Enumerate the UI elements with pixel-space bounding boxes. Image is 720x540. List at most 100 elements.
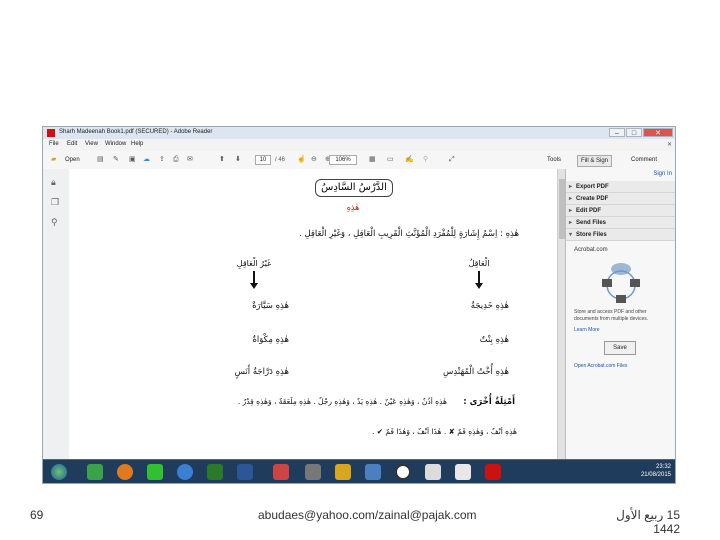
intro-line: هٰذِهِ : اِسْمُ إِشَارَةٍ لِلْمُفْرَدِ ا… xyxy=(298,229,519,239)
edit-icon[interactable]: ✎ xyxy=(113,155,119,165)
create-icon[interactable]: ▤ xyxy=(97,155,104,165)
slide-page-number: 69 xyxy=(30,508,44,522)
line-app-icon[interactable] xyxy=(87,464,103,480)
firefox-icon[interactable] xyxy=(117,464,133,480)
screen-app-icon[interactable] xyxy=(365,464,381,480)
page-number-input[interactable]: 10 xyxy=(255,155,271,165)
files-app-icon[interactable] xyxy=(425,464,441,480)
adobe-reader-taskbar-icon[interactable] xyxy=(485,464,501,480)
pen-icon[interactable]: ✍ xyxy=(405,155,414,165)
prev-page-icon[interactable]: ⬆ xyxy=(219,155,225,165)
email-icon[interactable]: ✉ xyxy=(187,155,193,165)
collapse-arrow-icon: ▾ xyxy=(569,232,573,238)
clock-time[interactable]: 23:32 xyxy=(641,463,671,471)
slide-footer-email: abudaes@yahoo.com/zainal@pajak.com xyxy=(258,508,477,522)
left-example-3: هٰذِهِ دَرَّاجَةُ أَنَسٍ xyxy=(234,367,289,377)
acrobat-com-label: Acrobat.com xyxy=(574,247,608,253)
left-column-header: غَيْرُ الْعَاقِلِ xyxy=(236,259,272,268)
share-icon[interactable]: ⇪ xyxy=(159,155,165,165)
send-files-label: Send Files xyxy=(576,220,607,226)
maximize-button[interactable]: □ xyxy=(626,128,642,137)
expand-arrow-icon: ▸ xyxy=(569,208,573,214)
store-files-label: Store Files xyxy=(576,232,607,238)
expand-icon[interactable]: ⤢ xyxy=(449,155,455,165)
toolbar: ▰ Open ▤ ✎ ▣ ☁ ⇪ ⎙ ✉ ⬆ ⬇ 10 / 46 ☝ ⊖ ⊕ 1… xyxy=(43,151,675,170)
export-pdf-item[interactable]: ▸ Export PDF xyxy=(566,181,675,193)
store-files-item[interactable]: ▾ Store Files xyxy=(566,229,675,241)
right-example-2: هٰذِهِ بِنْتٌ xyxy=(479,335,509,345)
save-button[interactable]: Save xyxy=(604,341,636,355)
tools-tab[interactable]: Tools xyxy=(547,155,561,165)
open-button[interactable]: Open xyxy=(65,155,80,165)
zoom-select[interactable]: 106% xyxy=(329,155,357,165)
right-example-1: هٰذِهِ خَدِيجَةُ xyxy=(470,301,509,311)
send-files-item[interactable]: ▸ Send Files xyxy=(566,217,675,229)
menu-help[interactable]: Help xyxy=(131,141,143,147)
start-button[interactable] xyxy=(51,464,67,480)
menu-window[interactable]: Window xyxy=(105,141,126,147)
edit-pdf-label: Edit PDF xyxy=(576,208,601,214)
slide-footer-date: 15 ربيع الأول 1442 xyxy=(616,508,680,536)
window-title: Sharh Madeenah Book1.pdf (SECURED) - Ado… xyxy=(59,129,213,135)
menu-file[interactable]: File xyxy=(49,141,59,147)
fill-sign-tab[interactable]: Fill & Sign xyxy=(577,155,613,167)
right-example-3: هٰذِهِ أُخْتُ الْمُهَنْدِسِ xyxy=(443,367,509,377)
cloud-devices-icon xyxy=(602,263,640,303)
paint-app-icon[interactable] xyxy=(335,464,351,480)
open-folder-icon[interactable]: ▰ xyxy=(51,155,56,165)
shell-app-icon[interactable] xyxy=(455,464,471,480)
expand-arrow-icon: ▸ xyxy=(569,220,573,226)
app-circle-icon[interactable] xyxy=(395,464,411,480)
more-examples: هٰذِهِ أُذُنٌ ، وَهٰذِهِ عَيْنٌ . هٰذِهِ… xyxy=(237,397,447,406)
last-example-line: هٰذِهِ أَنْفٌ ، وَهٰذِهِ فَمٌ ✘ . هٰذَا … xyxy=(371,427,517,436)
chrome-icon[interactable] xyxy=(177,464,193,480)
hand-tool-icon[interactable]: ☝ xyxy=(297,155,306,165)
right-arrow-head xyxy=(475,283,483,289)
word-icon[interactable] xyxy=(237,464,253,480)
zoom-out-icon[interactable]: ⊖ xyxy=(311,155,317,165)
edit-pdf-item[interactable]: ▸ Edit PDF xyxy=(566,205,675,217)
learn-more-link[interactable]: Learn More xyxy=(574,327,600,333)
screenshot-window: Sharh Madeenah Book1.pdf (SECURED) - Ado… xyxy=(42,126,676,484)
sign-in-link[interactable]: Sign In xyxy=(653,171,672,177)
create-pdf-label: Create PDF xyxy=(576,196,609,202)
create-pdf-item[interactable]: ▸ Create PDF xyxy=(566,193,675,205)
expand-arrow-icon: ▸ xyxy=(569,196,573,202)
comment-tab[interactable]: Comment xyxy=(631,155,657,165)
highlight-icon[interactable]: ⚲ xyxy=(423,155,428,165)
windows-taskbar: 23:32 21/08/2015 xyxy=(43,459,675,483)
navigation-pane: 🔒︎ ❐ ⚲ xyxy=(43,169,70,459)
left-example-1: هٰذِهِ سَيَّارَةٌ xyxy=(252,301,289,311)
tool-app-icon[interactable] xyxy=(305,464,321,480)
keyword: هٰذِهِ xyxy=(346,203,360,212)
pages-icon[interactable]: ❐ xyxy=(51,197,59,208)
next-page-icon[interactable]: ⬇ xyxy=(235,155,241,165)
export-pdf-label: Export PDF xyxy=(576,184,609,190)
open-acrobat-link[interactable]: Open Acrobat.com Files xyxy=(574,363,627,369)
tools-pane: Sign In ▸ Export PDF ▸ Create PDF ▸ Edit PD… xyxy=(565,169,675,459)
page-total: / 46 xyxy=(275,157,286,163)
left-arrow-head xyxy=(250,283,258,289)
close-button[interactable]: ✕ xyxy=(643,128,673,137)
lock-icon[interactable]: 🔒︎ xyxy=(51,177,56,188)
close-doc-icon[interactable]: ✕ xyxy=(667,141,672,148)
menu-edit[interactable]: Edit xyxy=(67,141,77,147)
read-mode-icon[interactable]: ▭ xyxy=(387,155,394,165)
adobe-reader-icon xyxy=(47,129,55,137)
system-tray: 23:32 21/08/2015 xyxy=(641,463,671,479)
print-icon[interactable]: ⎙ xyxy=(173,155,179,165)
store-description: Store and access PDF and other documents… xyxy=(574,309,649,322)
menu-view[interactable]: View xyxy=(85,141,98,147)
document-view[interactable]: الدَّرْسُ السَّادِسُ هٰذِهِ هٰذِهِ : اِس… xyxy=(69,169,557,459)
minimize-button[interactable]: – xyxy=(609,128,625,137)
heart-app-icon[interactable] xyxy=(147,464,163,480)
right-column-header: الْعَاقِلُ xyxy=(468,259,490,268)
attachment-icon[interactable]: ⚲ xyxy=(51,217,58,228)
cloud-icon[interactable]: ☁ xyxy=(143,155,150,165)
clock-date[interactable]: 21/08/2015 xyxy=(641,471,671,479)
image-icon[interactable]: ▣ xyxy=(129,155,136,165)
fit-page-icon[interactable]: ▦ xyxy=(369,155,376,165)
more-examples-label: أَمْثِلَةٌ أُخْرَى : xyxy=(463,397,515,407)
media-app-icon[interactable] xyxy=(273,464,289,480)
book-app-icon[interactable] xyxy=(207,464,223,480)
